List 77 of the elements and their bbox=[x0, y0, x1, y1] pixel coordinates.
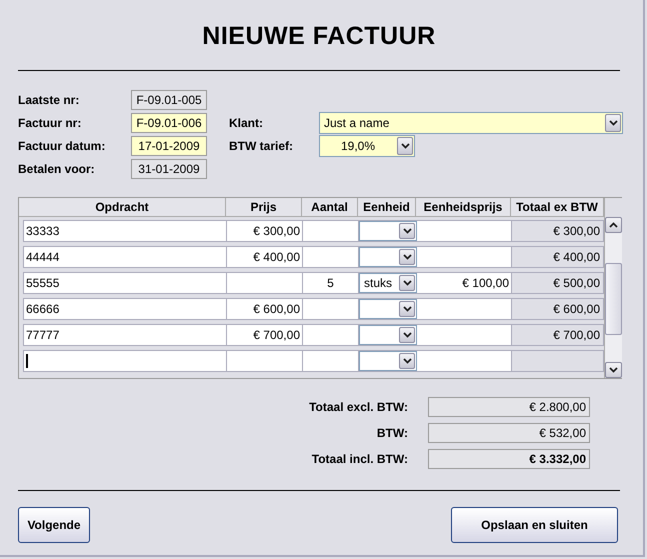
caret-icon bbox=[608, 120, 618, 126]
unit-dropdown[interactable] bbox=[359, 247, 417, 267]
column-header: Prijs bbox=[226, 198, 302, 217]
next-button[interactable]: Volgende bbox=[18, 507, 90, 543]
text-field: F-09.01-005 bbox=[131, 90, 207, 110]
field-label: BTW tarief: bbox=[229, 139, 294, 153]
table-cell[interactable] bbox=[227, 351, 303, 371]
table-row[interactable]: 77777 € 700,00 € 700,00 bbox=[23, 324, 604, 346]
table-cell[interactable]: € 600,00 bbox=[227, 299, 303, 319]
caret-icon bbox=[402, 306, 412, 312]
unit-dropdown[interactable] bbox=[359, 221, 417, 241]
column-header: Opdracht bbox=[19, 198, 226, 217]
caret-icon bbox=[609, 367, 618, 373]
caret-icon bbox=[402, 254, 412, 260]
total-label: Totaal incl. BTW: bbox=[310, 452, 409, 466]
field-label: Factuur datum: bbox=[18, 139, 106, 153]
table-cell[interactable]: 44444 bbox=[24, 247, 227, 267]
caret-icon bbox=[609, 222, 618, 228]
caret-icon bbox=[402, 332, 412, 338]
field-label: Betalen voor: bbox=[18, 162, 96, 176]
client-dropdown[interactable]: Just a name bbox=[319, 112, 623, 134]
table-cell[interactable] bbox=[417, 299, 512, 319]
total-value: € 3.332,00 bbox=[428, 449, 590, 469]
table-cell[interactable]: 5 bbox=[303, 273, 359, 293]
table-row[interactable]: 44444 € 400,00 € 400,00 bbox=[23, 246, 604, 268]
unit-dropdown[interactable]: stuks bbox=[359, 273, 417, 293]
invoice-title: NIEUWE FACTUUR bbox=[201, 21, 437, 52]
unit-dropdown[interactable] bbox=[359, 299, 417, 319]
column-header: Eenheid bbox=[358, 198, 416, 217]
caret-icon bbox=[400, 143, 410, 149]
table-cell[interactable] bbox=[417, 247, 512, 267]
caret-icon bbox=[402, 280, 412, 286]
table-cell[interactable] bbox=[227, 273, 303, 293]
column-header: Totaal ex BTW bbox=[511, 198, 604, 217]
table-cell[interactable]: € 400,00 bbox=[227, 247, 303, 267]
scroll-down-button[interactable] bbox=[605, 362, 622, 378]
table-cell[interactable]: € 700,00 bbox=[227, 325, 303, 345]
save-close-button[interactable]: Opslaan en sluiten bbox=[451, 507, 618, 543]
field-label: Laatste nr: bbox=[18, 93, 80, 107]
scroll-thumb[interactable] bbox=[605, 263, 622, 335]
table-cell[interactable] bbox=[417, 351, 512, 371]
table-cell[interactable] bbox=[303, 221, 359, 241]
table-cell[interactable] bbox=[303, 325, 359, 345]
vat-rate-dropdown[interactable]: 19,0% bbox=[319, 135, 415, 157]
column-header: Aantal bbox=[302, 198, 358, 217]
field-label: Klant: bbox=[229, 116, 264, 130]
caret-icon bbox=[402, 228, 412, 234]
table-cell[interactable]: 66666 bbox=[24, 299, 227, 319]
table-cell[interactable]: 55555 bbox=[24, 273, 227, 293]
table-cell[interactable]: € 100,00 bbox=[417, 273, 512, 293]
total-value: € 2.800,00 bbox=[428, 397, 590, 417]
unit-dropdown[interactable] bbox=[359, 325, 417, 345]
text-cursor bbox=[26, 354, 28, 368]
column-header: Eenheidsprijs bbox=[416, 198, 511, 217]
table-cell[interactable]: 77777 bbox=[24, 325, 227, 345]
text-field: 31-01-2009 bbox=[131, 159, 207, 179]
table-row[interactable]: 33333 € 300,00 € 300,00 bbox=[23, 220, 604, 242]
total-label: BTW: bbox=[376, 426, 409, 440]
caret-icon bbox=[402, 358, 412, 364]
table-cell[interactable]: € 300,00 bbox=[227, 221, 303, 241]
table-cell[interactable]: 33333 bbox=[24, 221, 227, 241]
table-cell[interactable] bbox=[303, 351, 359, 371]
table-row[interactable]: 55555 5 stuks € 100,00 € 500,00 bbox=[23, 272, 604, 294]
unit-dropdown[interactable] bbox=[359, 351, 417, 371]
text-field[interactable]: F-09.01-006 bbox=[131, 113, 207, 133]
table-cell[interactable] bbox=[417, 221, 512, 241]
total-value: € 532,00 bbox=[428, 423, 590, 443]
scrollbar[interactable] bbox=[605, 217, 622, 378]
table-row[interactable]: 66666 € 600,00 € 600,00 bbox=[23, 298, 604, 320]
scroll-up-button[interactable] bbox=[605, 217, 622, 233]
table-cell[interactable] bbox=[303, 247, 359, 267]
table-cell[interactable] bbox=[303, 299, 359, 319]
table-cell[interactable] bbox=[24, 351, 227, 371]
total-label: Totaal excl. BTW: bbox=[308, 400, 409, 414]
text-field[interactable]: 17-01-2009 bbox=[131, 136, 207, 156]
table-cell[interactable] bbox=[417, 325, 512, 345]
field-label: Factuur nr: bbox=[18, 116, 82, 130]
